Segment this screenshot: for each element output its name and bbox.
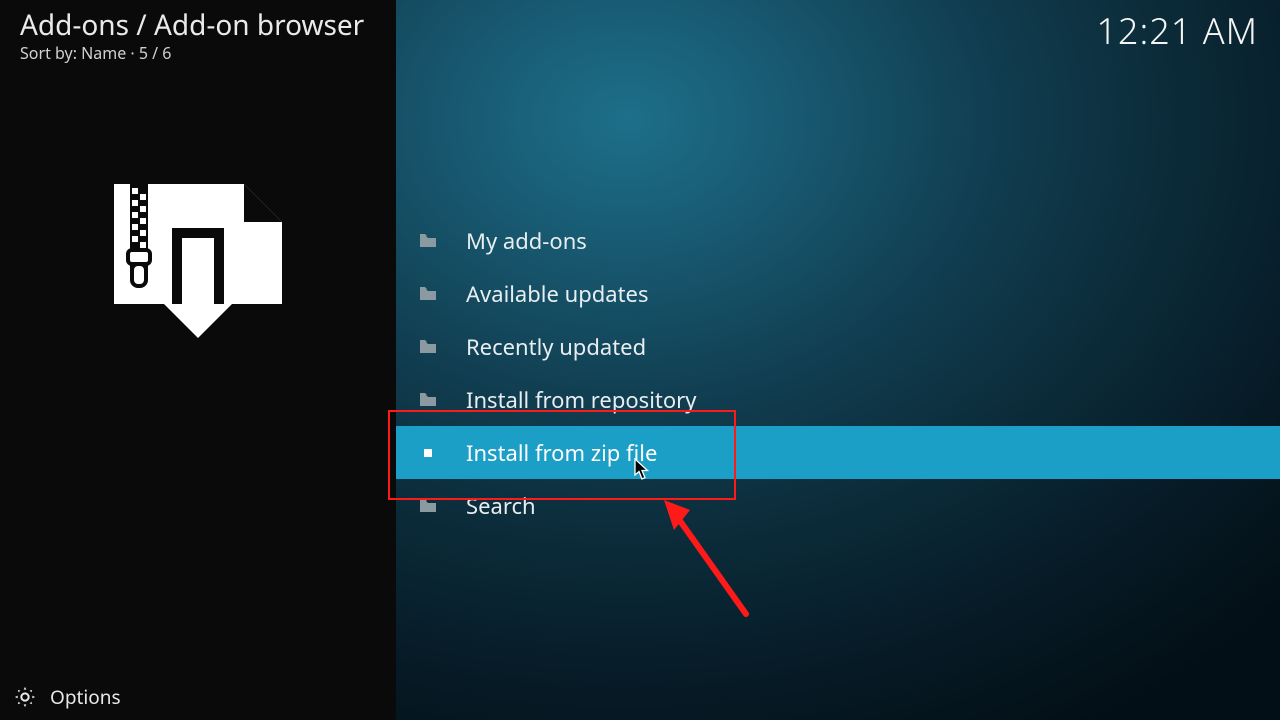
right-panel: 12:21 AM My add-ons Available updates Rece…	[396, 0, 1280, 720]
menu-item-install-from-repository[interactable]: Install from repository	[396, 373, 1280, 426]
folder-icon	[420, 393, 436, 407]
screen: Add-ons / Add-on browser Sort by: Name ·…	[0, 0, 1280, 720]
menu-item-label: Install from repository	[466, 385, 696, 415]
folder-icon	[420, 287, 436, 301]
menu-item-install-from-zip-file[interactable]: Install from zip file	[396, 426, 1280, 479]
menu-item-my-add-ons[interactable]: My add-ons	[396, 214, 1280, 267]
selected-indicator-icon	[420, 446, 436, 460]
menu-item-recently-updated[interactable]: Recently updated	[396, 320, 1280, 373]
menu-item-label: Available updates	[466, 279, 649, 309]
menu-item-label: Search	[466, 491, 536, 521]
sort-line: Sort by: Name · 5 / 6	[20, 42, 171, 64]
options-icon	[14, 686, 36, 708]
folder-icon	[420, 340, 436, 354]
options-label: Options	[50, 684, 121, 710]
folder-icon	[420, 234, 436, 248]
breadcrumb: Add-ons / Add-on browser	[20, 6, 364, 44]
menu-item-available-updates[interactable]: Available updates	[396, 267, 1280, 320]
menu-item-search[interactable]: Search	[396, 479, 1280, 532]
menu-list: My add-ons Available updates Recently upda…	[396, 214, 1280, 532]
menu-item-label: Recently updated	[466, 332, 646, 362]
addon-installer-icon	[110, 184, 286, 360]
menu-item-label: My add-ons	[466, 226, 587, 256]
options-button[interactable]: Options	[0, 674, 396, 720]
menu-item-label: Install from zip file	[466, 438, 657, 468]
left-panel: Add-ons / Add-on browser Sort by: Name ·…	[0, 0, 396, 720]
folder-icon	[420, 499, 436, 513]
clock: 12:21 AM	[1096, 6, 1258, 55]
